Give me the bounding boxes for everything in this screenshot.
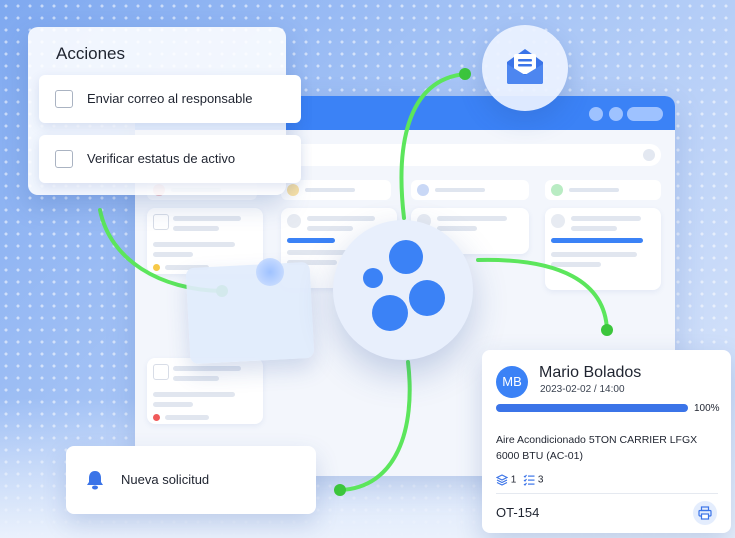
floating-card [185,261,315,365]
acciones-panel: Acciones Enviar correo al responsable Ve… [28,27,301,195]
action-item-verify-status[interactable]: Verificar estatus de activo [39,135,301,183]
assignee-name: Mario Bolados [539,364,642,381]
acciones-title: Acciones [56,44,125,63]
work-order-stats: 1 3 [495,474,544,488]
work-order-datetime: 2023-02-02 / 14:00 [540,384,625,395]
divider [496,493,718,494]
mail-icon [507,49,543,84]
layers-icon [495,474,509,486]
printer-icon [698,506,712,520]
action-label: Verificar estatus de activo [87,151,236,166]
asset-description: Aire Acondicionado 5TON CARRIER LFGX 600… [496,434,698,462]
floating-card-knob [256,258,284,286]
tasks-count: 3 [537,474,544,486]
action-label: Enviar correo al responsable [87,91,253,106]
work-order-card[interactable]: MB Mario Bolados 2023-02-02 / 14:00 100%… [482,350,731,533]
action-item-send-email[interactable]: Enviar correo al responsable [39,75,301,123]
checkbox[interactable] [55,150,73,168]
work-order-id: OT-154 [496,505,540,520]
app-logo [333,220,473,360]
mail-icon-bubble [482,25,568,111]
notification-label: Nueva solicitud [121,472,210,487]
progress-fill [496,404,688,412]
checkbox[interactable] [55,90,73,108]
checklist-icon [523,474,535,486]
assets-count: 1 [510,474,517,486]
bell-icon [87,471,103,490]
print-button[interactable] [693,501,717,525]
progress-label: 100% [694,403,720,414]
progress-bar [496,404,688,412]
avatar: MB [496,366,528,398]
notification-card[interactable]: Nueva solicitud [66,446,316,514]
